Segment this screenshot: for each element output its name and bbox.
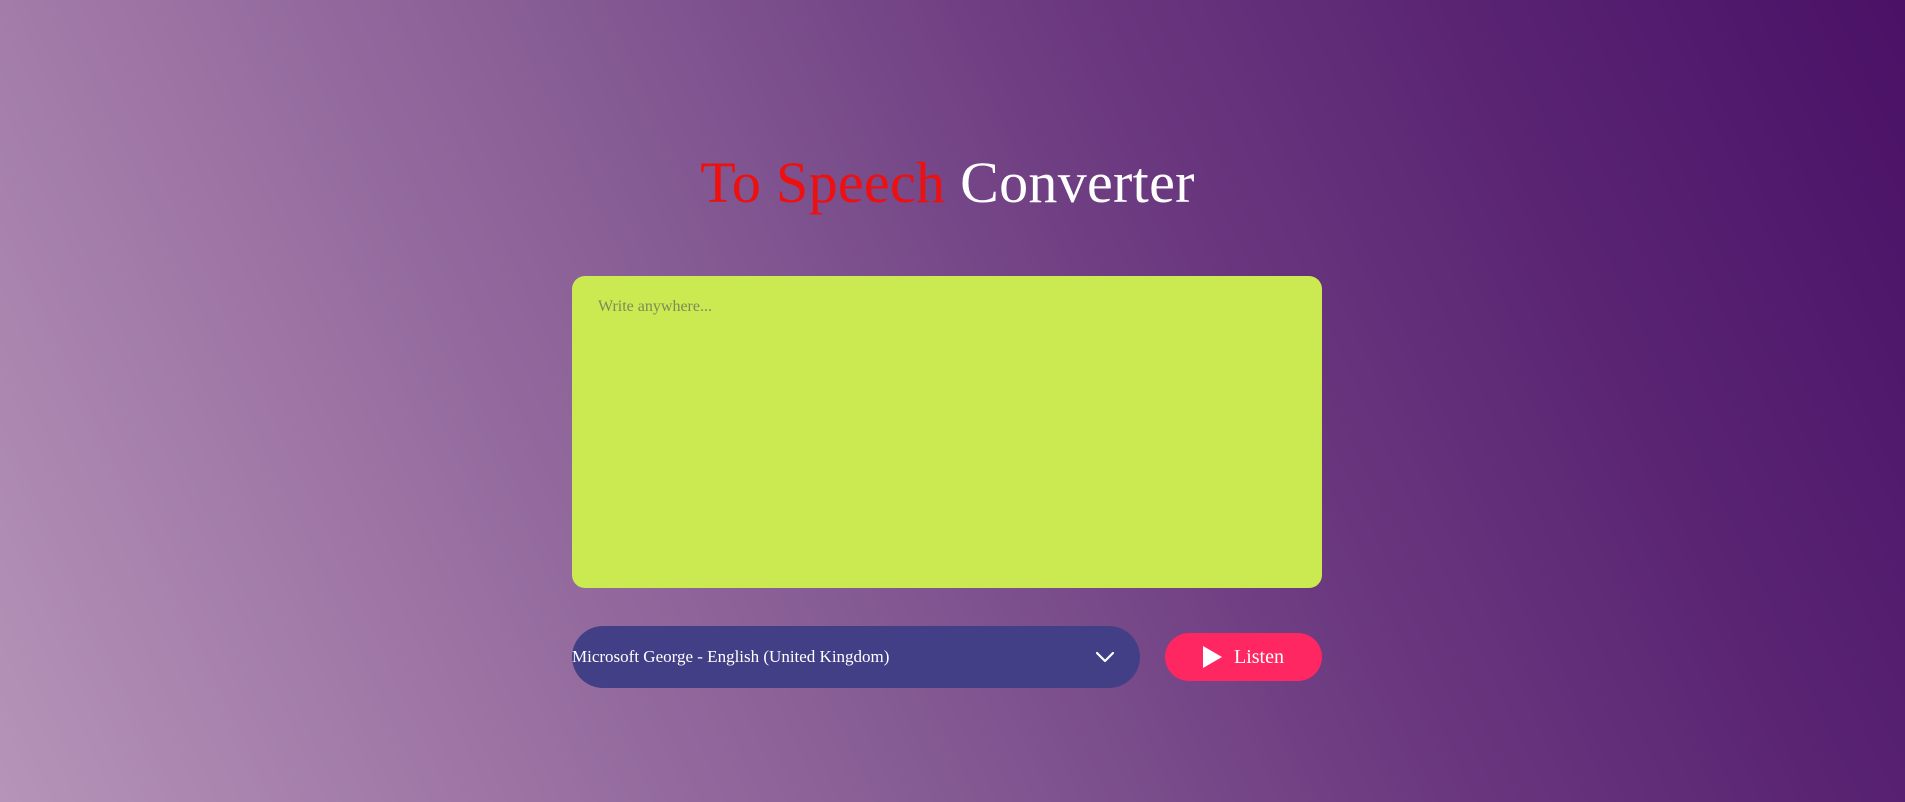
chevron-down-icon [1095, 651, 1115, 663]
speech-text-input[interactable] [572, 276, 1322, 588]
listen-button[interactable]: Listen [1165, 633, 1322, 681]
page-title-accent: To Speech [700, 150, 946, 215]
voice-select[interactable]: Microsoft George - English (United Kingd… [572, 626, 1140, 688]
page-title: To Speech Converter [0, 148, 1895, 218]
voice-select-value: Microsoft George - English (United Kingd… [572, 647, 890, 666]
page-title-rest: Converter [960, 150, 1195, 215]
play-icon [1203, 646, 1222, 668]
listen-button-label: Listen [1234, 646, 1284, 668]
